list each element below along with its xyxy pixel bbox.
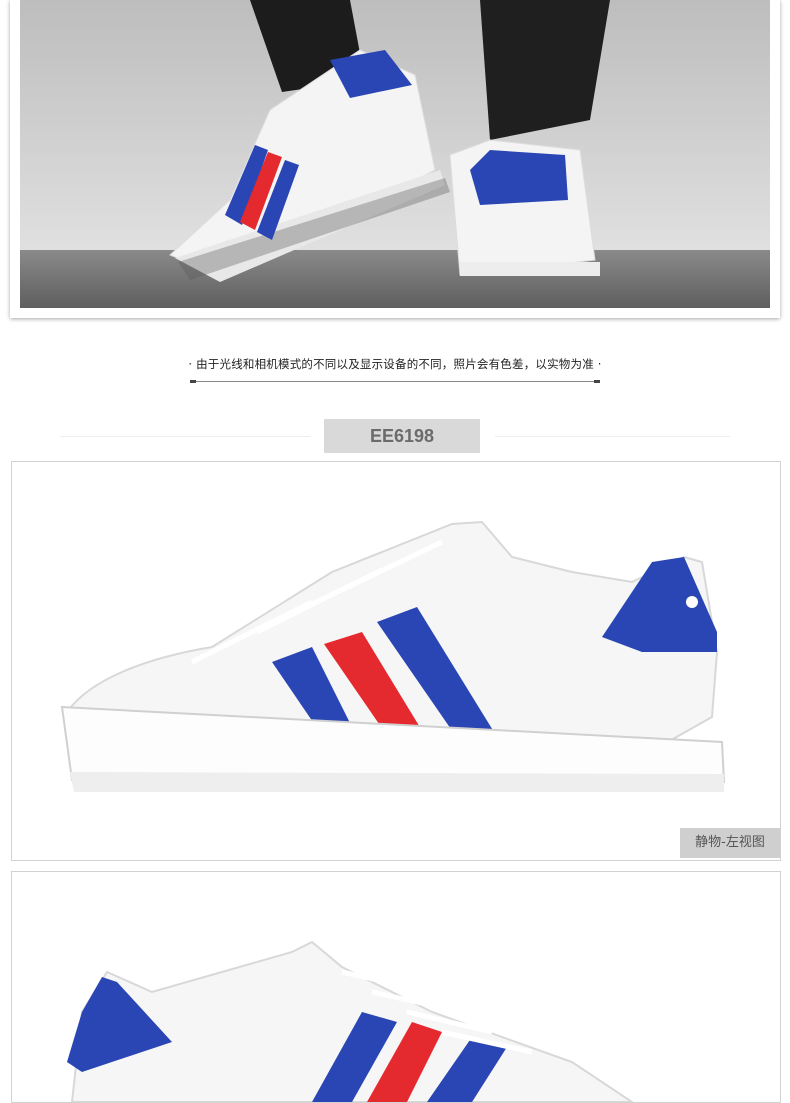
view-tag-left: 静物-左视图	[680, 828, 780, 858]
color-disclaimer: · 由于光线和相机模式的不同以及显示设备的不同，照片会有色差，以实物为准 ·	[188, 357, 602, 371]
lifestyle-photo	[20, 0, 770, 308]
product-view-left: 静物-左视图	[11, 461, 781, 861]
faint-divider-left	[60, 436, 310, 437]
sneaker-left-view-art	[60, 520, 726, 792]
sneaker-next-view-art	[67, 940, 634, 1102]
lifestyle-photo-art	[20, 0, 770, 308]
trefoil-logo-icon	[686, 596, 698, 608]
lifestyle-photo-frame	[10, 0, 780, 318]
faint-divider-right	[495, 436, 730, 437]
divider-rule	[190, 380, 600, 383]
product-view-next	[11, 871, 781, 1103]
model-code-label: EE6198	[324, 419, 480, 453]
